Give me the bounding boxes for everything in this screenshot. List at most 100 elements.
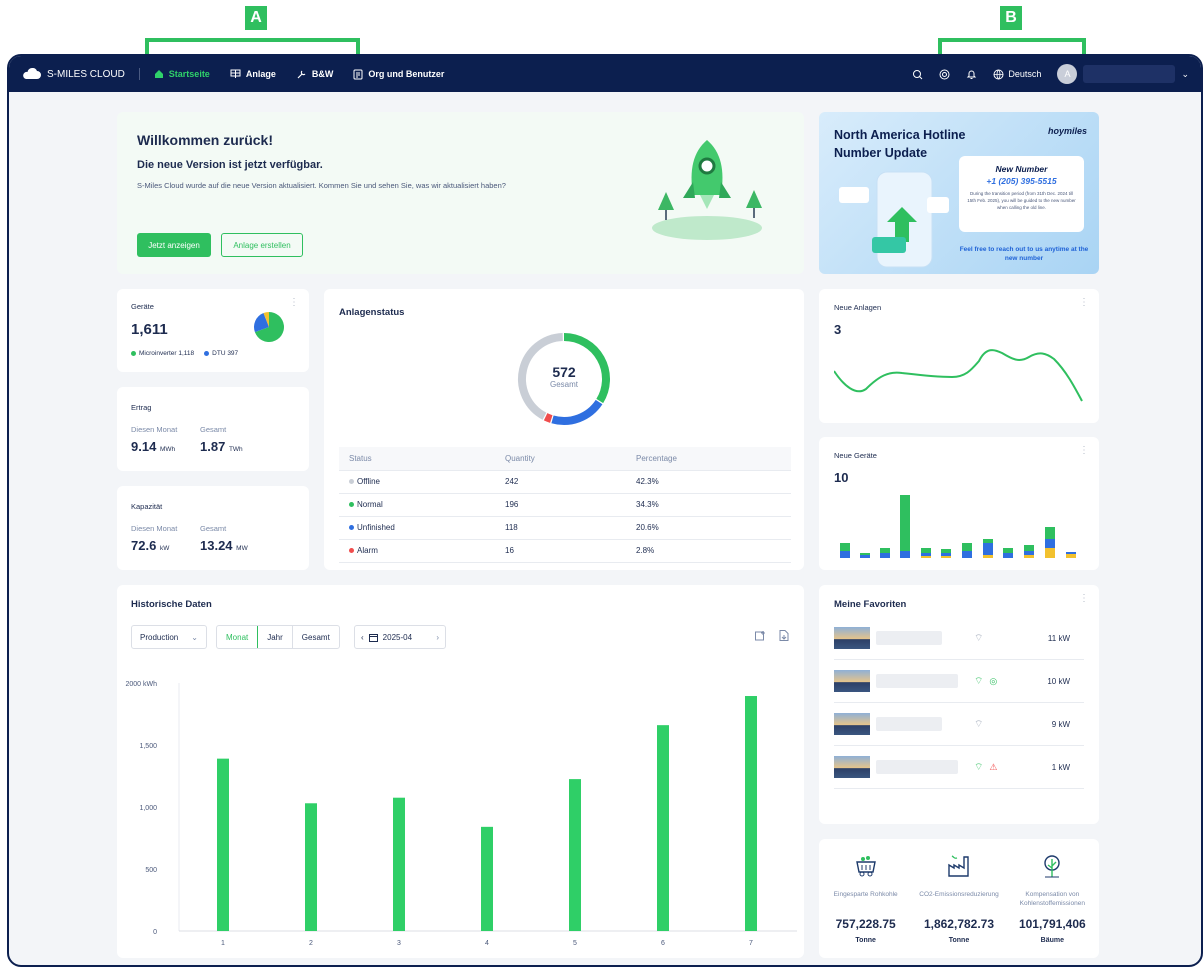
devices-title: Geräte <box>131 302 154 311</box>
date-value: 2025-04 <box>382 632 413 642</box>
bell-icon[interactable] <box>966 69 977 80</box>
history-card: Historische Daten Production ⌄ Monat Jahr… <box>117 585 804 958</box>
environment-label: CO2-Emissionsreduzierung <box>919 891 999 898</box>
nav-right: Deutsch A ⌄ <box>912 64 1189 84</box>
language-switch[interactable]: Deutsch <box>993 69 1041 80</box>
status-percentage: 34.3% <box>636 493 791 517</box>
nav-item-bw[interactable]: B&W <box>296 69 334 80</box>
status-total-value: 572 <box>552 364 576 380</box>
tree-icon <box>1039 853 1065 884</box>
status-ok-icon: ◎ <box>989 675 998 686</box>
chevron-right-icon[interactable]: › <box>436 633 439 642</box>
tab-jahr[interactable]: Jahr <box>258 626 293 648</box>
phone-illustration <box>839 171 949 268</box>
plant-status-card: Anlagenstatus 572 Gesamt Status Quantity… <box>324 289 804 570</box>
nav-divider <box>138 68 140 80</box>
kapazitat-total-label: Gesamt <box>200 524 227 533</box>
x-tick-label: 1 <box>221 940 225 947</box>
tab-gesamt[interactable]: Gesamt <box>293 626 339 648</box>
x-tick-label: 4 <box>485 940 489 947</box>
environment-stat: Kompensation von Kohlenstoffemissionen 10… <box>1006 853 1099 944</box>
nav-item-label: Startseite <box>168 69 210 79</box>
nav-item-startseite[interactable]: Startseite <box>154 69 210 79</box>
support-icon[interactable] <box>939 69 950 80</box>
rocket-illustration <box>652 140 762 240</box>
status-quantity: 196 <box>505 493 636 517</box>
x-tick-label: 6 <box>661 940 665 947</box>
search-icon[interactable] <box>912 69 923 80</box>
wifi-icon: ⌔ <box>974 761 984 773</box>
environment-value: 1,862,782.73 <box>923 917 995 931</box>
nav-item-label: B&W <box>311 69 334 79</box>
environment-value: 757,228.75 <box>835 917 896 931</box>
period-tabs: Monat Jahr Gesamt <box>216 625 340 649</box>
brand-logo[interactable]: S-MILES CLOUD <box>21 68 125 80</box>
plant-name-redacted <box>876 631 942 645</box>
nav-item-anlage[interactable]: Anlage <box>230 69 276 79</box>
nav-item-label: Anlage <box>245 69 276 79</box>
status-quantity: 242 <box>505 470 636 494</box>
chevron-left-icon[interactable]: ‹ <box>361 633 364 642</box>
ertrag-month-label: Diesen Monat <box>131 425 178 434</box>
header-quantity: Quantity <box>505 447 636 471</box>
ertrag-card: Ertrag Diesen Monat Gesamt 9.14 MWh 1.87… <box>117 387 309 471</box>
bar <box>657 725 669 931</box>
x-tick-label: 2 <box>309 940 313 947</box>
user-menu[interactable]: A ⌄ <box>1057 64 1189 84</box>
export-image-icon[interactable] <box>755 630 766 641</box>
devices-card: Geräte ⋮ 1,611 Microinverter 1,118 DTU 3… <box>117 289 309 372</box>
header-percentage: Percentage <box>636 447 791 471</box>
chevron-down-icon: ⌄ <box>1181 68 1189 79</box>
plant-icon <box>230 69 241 78</box>
donut-segment <box>551 399 603 425</box>
document-icon <box>353 69 363 79</box>
more-icon[interactable]: ⋮ <box>1079 593 1089 604</box>
status-table: Status Quantity Percentage Offline 242 42.… <box>339 447 791 563</box>
environment-unit: Tonne <box>948 937 970 944</box>
production-select[interactable]: Production ⌄ <box>131 625 207 649</box>
new-number: +1 (205) 395-5515 <box>986 176 1057 186</box>
wrench-icon <box>297 70 306 78</box>
callout-b-bracket <box>938 38 1086 54</box>
environment-unit: Bäume <box>1040 937 1064 944</box>
favorite-row[interactable]: ⌔ 11 kW <box>834 617 1084 660</box>
banner-note: During the transition period (from 31th … <box>967 191 1076 210</box>
plant-thumbnail <box>834 627 870 649</box>
brand-name: S-MILES CLOUD <box>47 68 125 80</box>
favorite-row[interactable]: ⌔ ◎ 10 kW <box>834 660 1084 703</box>
ertrag-total-value: 1.87 TWh <box>200 439 243 454</box>
new-number-card: New Number +1 (205) 395-5515 During the … <box>959 156 1084 232</box>
status-name: Normal <box>339 493 505 517</box>
plant-name-redacted <box>876 760 958 774</box>
status-total-label: Gesamt <box>549 380 578 389</box>
bar <box>217 758 229 931</box>
date-picker[interactable]: ‹ 2025-04 › <box>354 625 446 649</box>
show-now-button[interactable]: Jetzt anzeigen <box>137 233 211 257</box>
environment-card: Eingesparte Rohkohle 757,228.75 Tonne CO2-E… <box>819 839 1099 958</box>
plant-name-redacted <box>876 717 942 731</box>
kapazitat-total-value: 13.24 MW <box>200 538 248 553</box>
more-icon[interactable]: ⋮ <box>1079 297 1089 308</box>
hotline-banner[interactable]: North America Hotline Number Update hoym… <box>819 112 1099 274</box>
favorite-row[interactable]: ⌔ 9 kW <box>834 703 1084 746</box>
favorite-row[interactable]: ⌔ ⚠ 1 kW <box>834 746 1084 789</box>
nav-item-org[interactable]: Org und Benutzer <box>353 69 444 80</box>
environment-unit: Tonne <box>855 937 876 944</box>
export-file-icon[interactable] <box>779 630 789 641</box>
legend-microinverter: Microinverter 1,118 <box>131 350 194 357</box>
status-name: Offline <box>339 470 505 494</box>
more-icon[interactable]: ⋮ <box>289 297 299 308</box>
wifi-icon: ⌔ <box>974 675 984 687</box>
tab-monat[interactable]: Monat <box>216 626 259 648</box>
plant-thumbnail <box>834 756 870 778</box>
production-select-value: Production <box>140 632 179 642</box>
user-name-redacted <box>1083 65 1176 83</box>
more-icon[interactable]: ⋮ <box>1079 445 1089 456</box>
nav-item-label: Org und Benutzer <box>368 69 445 79</box>
home-icon <box>154 70 163 78</box>
bar <box>305 803 317 931</box>
create-plant-button[interactable]: Anlage erstellen <box>221 233 303 257</box>
environment-label: Kompensation von Kohlenstoffemissionen <box>1019 891 1085 907</box>
y-unit-label: 2000 kWh <box>125 681 157 688</box>
favorites-list: ⌔ 11 kW ⌔ ◎ 10 kW ⌔ 9 kW ⌔ ⚠ 1 kW <box>834 617 1084 789</box>
